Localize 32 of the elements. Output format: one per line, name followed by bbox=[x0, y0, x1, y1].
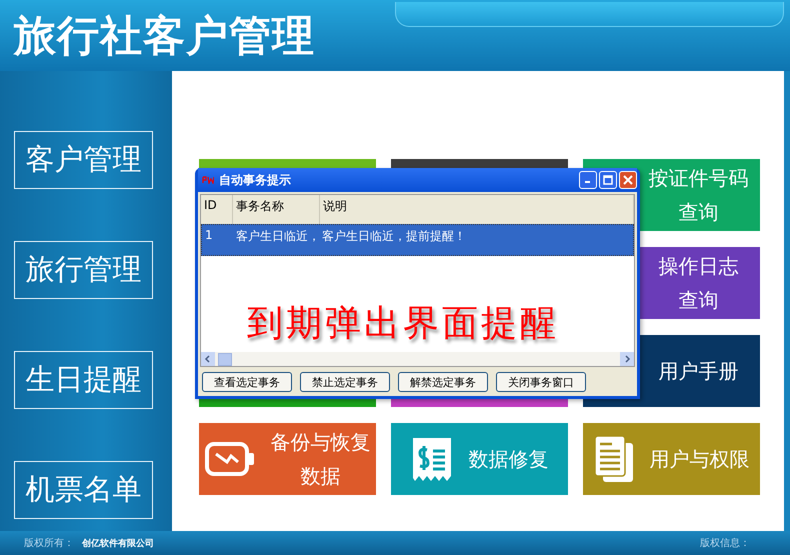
sidebar-item[interactable]: 旅行管理 bbox=[14, 241, 153, 300]
scroll-thumb[interactable] bbox=[218, 352, 232, 366]
table-cell-text: 客户生日临近， bbox=[235, 228, 319, 246]
app-icon bbox=[202, 176, 214, 184]
dialog-title: 自动事务提示 bbox=[219, 172, 291, 189]
sidebar-item[interactable]: 生日提醒 bbox=[14, 351, 153, 410]
dialog-button[interactable]: 查看选定事务 bbox=[202, 372, 292, 392]
receipt-icon bbox=[410, 436, 452, 482]
scroll-left-icon[interactable] bbox=[201, 352, 215, 366]
overlay-caption: 到期弹出界面提醒 bbox=[247, 302, 559, 346]
app-title: 旅行社客户管理 bbox=[14, 10, 315, 62]
dialog-button[interactable]: 解禁选定事务 bbox=[398, 372, 488, 392]
menu-tile[interactable]: 备份与恢复 数据 bbox=[199, 423, 376, 496]
scroll-right-icon[interactable] bbox=[620, 352, 634, 366]
sidebar-item[interactable]: 客户管理 bbox=[14, 131, 153, 190]
maximize-button[interactable] bbox=[599, 171, 617, 190]
minimize-button[interactable] bbox=[579, 171, 597, 190]
copyright-label: 版权所有： bbox=[24, 536, 74, 550]
task-row[interactable]: 1 客户生日临近， 客户生日临近，提前提醒！ bbox=[201, 224, 634, 256]
sidebar-item[interactable]: 机票名单 bbox=[14, 461, 153, 520]
dialog-button[interactable]: 关闭事务窗口 bbox=[496, 372, 586, 392]
table-cell-text: 客户生日临近，提前提醒！ bbox=[321, 228, 467, 246]
horizontal-scrollbar[interactable] bbox=[201, 352, 634, 366]
dialog-button[interactable]: 禁止选定事务 bbox=[300, 372, 390, 392]
maximize-icon bbox=[603, 175, 613, 186]
close-button[interactable] bbox=[619, 171, 637, 190]
table-cell-text: 1 bbox=[204, 227, 214, 244]
company-name: 创亿软件有限公司 bbox=[82, 538, 154, 550]
copyright-info-label: 版权信息： bbox=[700, 536, 750, 550]
close-icon bbox=[623, 175, 633, 186]
document-icon bbox=[594, 435, 634, 484]
battery-icon bbox=[204, 442, 254, 476]
